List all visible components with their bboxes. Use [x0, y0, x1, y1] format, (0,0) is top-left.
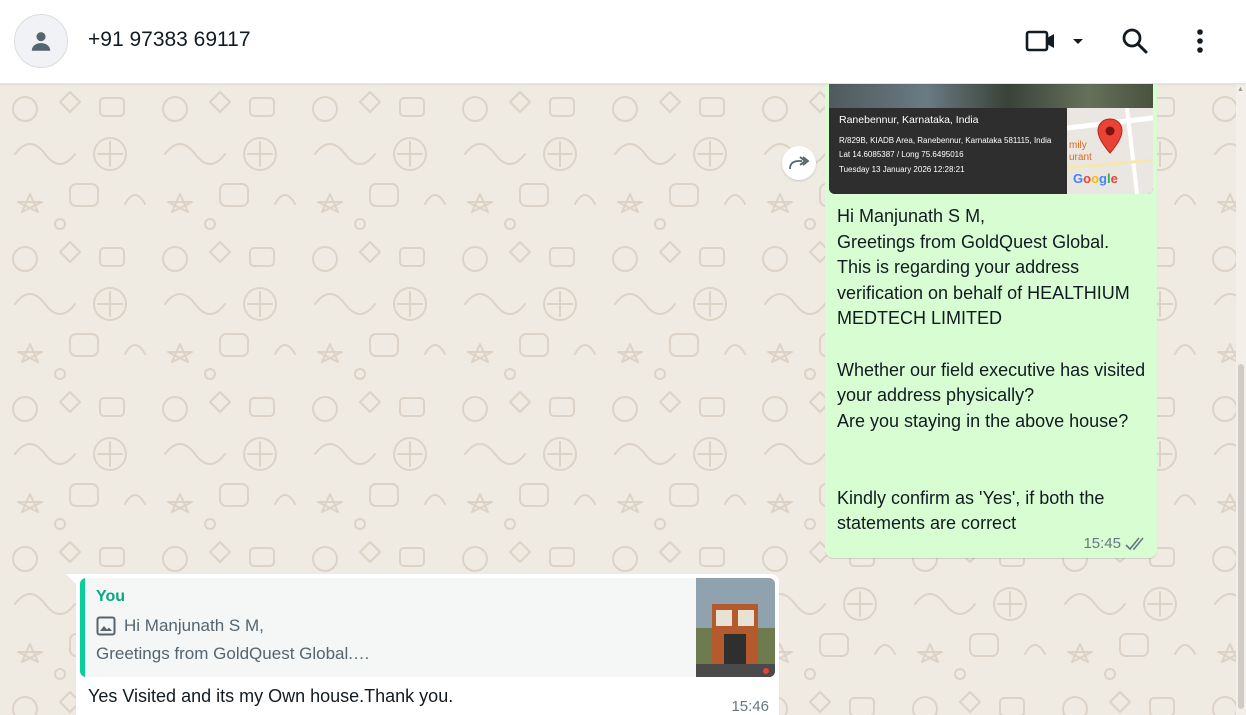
- quote-accent-bar: [80, 578, 85, 677]
- incoming-message[interactable]: You Hi Manjunath S M, Greetings from Gol…: [76, 574, 779, 715]
- quote-first-line-text: Hi Manjunath S M,: [124, 616, 264, 635]
- contact-name[interactable]: +91 97383 69117: [88, 28, 251, 52]
- scroll-up-arrow[interactable]: ▲: [1237, 86, 1244, 94]
- video-camera-icon: [1025, 30, 1054, 52]
- scrollbar-thumb[interactable]: [1238, 364, 1244, 709]
- video-call-button[interactable]: [1020, 22, 1090, 60]
- message-time: 15:45: [1083, 535, 1121, 552]
- forward-icon: [789, 156, 810, 170]
- location-photo-card[interactable]: Ranebennur, Karnataka, India R/829B, KIA…: [829, 84, 1153, 194]
- map-pin-icon: [1097, 118, 1123, 154]
- chat-header: +91 97383 69117: [0, 0, 1246, 84]
- quote-second-line: Greetings from GoldQuest Global.…: [96, 644, 371, 663]
- menu-button[interactable]: [1182, 22, 1218, 60]
- incoming-message-text: Yes Visited and its my Own house.Thank y…: [88, 686, 454, 706]
- conversation-panel[interactable]: Ranebennur, Karnataka, India R/829B, KIA…: [0, 84, 1246, 715]
- chat-scrollbar[interactable]: ▲: [1236, 84, 1246, 715]
- outgoing-message[interactable]: Ranebennur, Karnataka, India R/829B, KIA…: [825, 84, 1157, 558]
- quote-first-line: Hi Manjunath S M,: [96, 616, 264, 636]
- map-place-label: mily urant: [1069, 140, 1092, 163]
- search-icon: [1122, 28, 1148, 54]
- geotag-city: Ranebennur, Karnataka, India: [839, 114, 979, 126]
- outgoing-message-text: Hi Manjunath S M, Greetings from GoldQue…: [837, 206, 1146, 534]
- quote-author: You: [96, 588, 126, 605]
- message-meta: 15:45: [1083, 535, 1147, 552]
- quoted-message[interactable]: You Hi Manjunath S M, Greetings from Gol…: [80, 578, 775, 677]
- geotag-overlay: Ranebennur, Karnataka, India R/829B, KIA…: [829, 108, 1067, 194]
- person-icon: [31, 32, 51, 51]
- incoming-message-time: 15:46: [731, 698, 769, 715]
- google-logo: G: [1073, 171, 1084, 186]
- image-icon: [96, 616, 116, 636]
- search-button[interactable]: [1116, 22, 1154, 60]
- location-photo: [829, 84, 1153, 108]
- contact-avatar[interactable]: [14, 14, 68, 68]
- quote-thumbnail: [696, 578, 775, 677]
- chevron-down-icon: [1073, 39, 1083, 44]
- more-vertical-icon: [1197, 29, 1203, 53]
- map-brand-label: Google: [1073, 171, 1118, 186]
- geotag-datetime: Tuesday 13 January 2026 12:28:21: [839, 165, 965, 174]
- geotag-address: R/829B, KIADB Area, Ranebennur, Karnatak…: [839, 136, 1052, 145]
- map-thumbnail: mily urant Google: [1067, 108, 1153, 194]
- geotag-lat-long: Lat 14.6085387 / Long 75.6495016: [839, 150, 964, 159]
- double-check-icon: [1125, 536, 1144, 550]
- forward-button[interactable]: [782, 146, 816, 180]
